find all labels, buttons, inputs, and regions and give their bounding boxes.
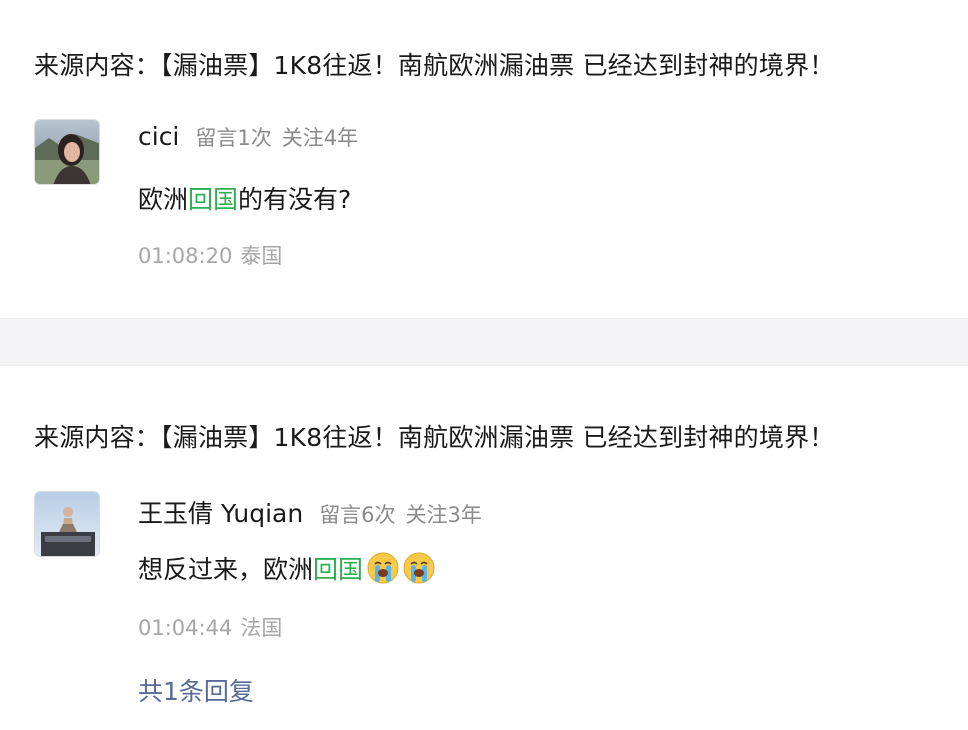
- keyword-highlight[interactable]: 回国: [313, 550, 363, 586]
- comment-location: 法国: [240, 616, 283, 640]
- section-divider: [0, 318, 968, 366]
- avatar[interactable]: [34, 119, 100, 185]
- comment-time: 01:04:44: [138, 616, 233, 640]
- comment-timestamp: 01:08:20 泰国: [138, 240, 282, 270]
- crying-face-icon: [403, 552, 435, 584]
- comment-count: 留言6次: [319, 503, 396, 527]
- comment-text-part: 欧洲: [138, 185, 189, 214]
- source-content[interactable]: 来源内容：【漏油票】1K8往返！南航欧洲漏油票 已经达到封神的境界！: [34, 421, 834, 455]
- comment-time: 01:08:20: [138, 244, 233, 268]
- follow-duration: 关注3年: [405, 503, 482, 527]
- comment-location: 泰国: [240, 244, 283, 268]
- comment-text-part: 的有没有?: [238, 185, 352, 214]
- source-title[interactable]: 【漏油票】1K8往返！南航欧洲漏油票 已经达到封神的境界！: [160, 51, 834, 80]
- source-title[interactable]: 【漏油票】1K8往返！南航欧洲漏油票 已经达到封神的境界！: [160, 423, 834, 452]
- comment-card: 来源内容：【漏油票】1K8往返！南航欧洲漏油票 已经达到封神的境界！ 王玉倩 Y…: [0, 366, 968, 730]
- comment-count: 留言1次: [195, 126, 272, 150]
- comment-text: 想反过来，欧洲 回国: [138, 550, 435, 586]
- comment-meta: cici 留言1次 关注4年: [138, 122, 368, 152]
- user-avatar-image: [35, 492, 99, 556]
- follow-duration: 关注4年: [281, 126, 359, 150]
- crying-face-icon: [367, 552, 399, 584]
- avatar[interactable]: [34, 491, 100, 557]
- source-prefix: 来源内容：: [34, 423, 161, 452]
- source-prefix: 来源内容：: [34, 51, 161, 80]
- source-content[interactable]: 来源内容：【漏油票】1K8往返！南航欧洲漏油票 已经达到封神的境界！: [34, 49, 834, 83]
- keyword-highlight[interactable]: 回国: [188, 180, 238, 216]
- username[interactable]: cici: [138, 122, 179, 151]
- user-avatar-image: [35, 120, 99, 184]
- comment-timestamp: 01:04:44 法国: [138, 612, 282, 642]
- comment-card: 来源内容：【漏油票】1K8往返！南航欧洲漏油票 已经达到封神的境界！ cici …: [0, 0, 968, 318]
- replies-link[interactable]: 共1条回复: [138, 672, 254, 708]
- username[interactable]: 王玉倩 Yuqian: [138, 494, 303, 530]
- comment-text: 欧洲 回国 的有没有?: [138, 180, 351, 216]
- comment-text-part: 想反过来，欧洲: [138, 555, 314, 584]
- comment-meta: 王玉倩 Yuqian 留言6次 关注3年: [138, 494, 492, 530]
